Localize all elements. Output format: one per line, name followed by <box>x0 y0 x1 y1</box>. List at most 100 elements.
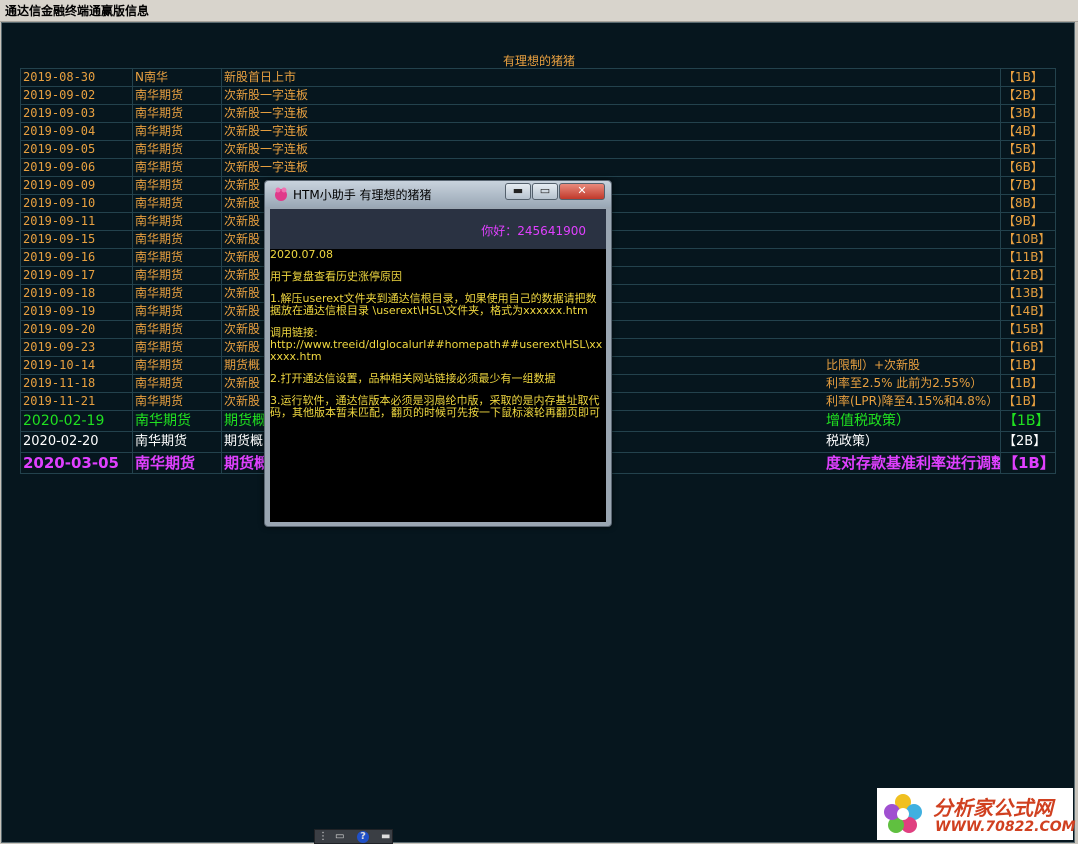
row-desc-tail: 利率(LPR)降至4.15%和4.8%） <box>826 394 999 408</box>
maximize-button[interactable]: ▭ <box>532 183 558 200</box>
table-row: 2019-09-02 南华期货 次新股一字连板 【2B】 <box>20 86 1056 105</box>
row-tag: 【12B】 <box>1000 266 1056 285</box>
row-tag: 【14B】 <box>1000 302 1056 321</box>
row-date: 2019-09-05 <box>20 140 133 159</box>
row-date: 2019-10-14 <box>20 356 133 375</box>
row-tag: 【16B】 <box>1000 338 1056 357</box>
window-title: 通达信金融终端通赢版信息 <box>5 4 150 18</box>
row-date: 2019-09-03 <box>20 104 133 123</box>
keyboard-icon[interactable]: ▭ <box>335 831 344 842</box>
row-date: 2019-09-15 <box>20 230 133 249</box>
row-desc: 次新股一字连板 <box>221 140 1001 159</box>
row-tag: 【1B】 <box>1000 410 1056 432</box>
row-name: 南华期货 <box>132 374 222 393</box>
row-name: 南华期货 <box>132 176 222 195</box>
dialog-text-area[interactable]: 2020.07.08 用于复盘查看历史涨停原因 1.解压userext文件夹到通达信… <box>270 249 606 522</box>
row-tag: 【1B】 <box>1000 452 1056 474</box>
row-tag: 【10B】 <box>1000 230 1056 249</box>
row-tag: 【8B】 <box>1000 194 1056 213</box>
dialog-title-bar[interactable]: HTM小助手 有理想的猪猪 ▬ ▭ ✕ <box>265 181 611 207</box>
row-desc: 次新股一字连板 <box>221 86 1001 105</box>
row-name: 南华期货 <box>132 392 222 411</box>
row-name: 南华期货 <box>132 431 222 453</box>
row-tag: 【1B】 <box>1000 68 1056 87</box>
row-date: 2019-09-23 <box>20 338 133 357</box>
row-date: 2020-02-19 <box>20 410 133 432</box>
row-tag: 【11B】 <box>1000 248 1056 267</box>
row-desc: 次新股一字连板 <box>221 158 1001 177</box>
row-tag: 【7B】 <box>1000 176 1056 195</box>
row-name: 南华期货 <box>132 86 222 105</box>
row-desc-head: 期货概 <box>224 454 270 472</box>
row-name: N南华 <box>132 68 222 87</box>
row-desc-tail: 利率至2.5% 此前为2.55%） <box>826 376 983 390</box>
row-desc: 新股首日上市 <box>221 68 1001 87</box>
row-tag: 【15B】 <box>1000 320 1056 339</box>
row-date: 2019-09-11 <box>20 212 133 231</box>
row-tag: 【1B】 <box>1000 392 1056 411</box>
htm-assistant-dialog[interactable]: HTM小助手 有理想的猪猪 ▬ ▭ ✕ 你好：245641900 2020.07… <box>264 180 612 527</box>
row-desc-tail: 比限制）+次新股 <box>826 358 921 372</box>
row-date: 2019-11-21 <box>20 392 133 411</box>
row-tag: 【9B】 <box>1000 212 1056 231</box>
row-name: 南华期货 <box>132 140 222 159</box>
row-tag: 【4B】 <box>1000 122 1056 141</box>
row-tag: 【2B】 <box>1000 431 1056 453</box>
table-row: 2019-09-06 南华期货 次新股一字连板 【6B】 <box>20 158 1056 177</box>
watermark-title: 分析家公式网 <box>933 796 1053 820</box>
minimize-button[interactable]: ▬ <box>505 183 531 200</box>
table-row: 2019-08-30 N南华 新股首日上市 【1B】 <box>20 68 1056 87</box>
row-tag: 【5B】 <box>1000 140 1056 159</box>
row-desc-head: 次新股 <box>224 376 261 390</box>
row-desc-head: 期货概 <box>224 358 261 372</box>
row-name: 南华期货 <box>132 194 222 213</box>
row-name: 南华期货 <box>132 302 222 321</box>
row-date: 2019-09-04 <box>20 122 133 141</box>
dialog-text-line: 3.运行软件，通达信版本必须是羽扇纶巾版，采取的是内存基址取代码，其他版本暂未匹… <box>270 394 600 419</box>
row-date: 2019-09-16 <box>20 248 133 267</box>
mini-toolbar[interactable]: ⋮ ▭ ? ▬ <box>314 829 393 844</box>
row-date: 2019-09-18 <box>20 284 133 303</box>
row-tag: 【13B】 <box>1000 284 1056 303</box>
page-title: 有理想的猪猪 <box>502 54 575 68</box>
row-name: 南华期货 <box>132 410 222 432</box>
dialog-title: HTM小助手 有理想的猪猪 <box>293 188 432 202</box>
row-desc-tail: 增值税政策） <box>826 413 910 429</box>
watermark-url: WWW.70822.COM <box>935 819 1076 835</box>
row-date: 2019-11-18 <box>20 374 133 393</box>
row-tag: 【1B】 <box>1000 356 1056 375</box>
row-name: 南华期货 <box>132 266 222 285</box>
row-date: 2020-03-05 <box>20 452 133 474</box>
row-date: 2020-02-20 <box>20 431 133 453</box>
dialog-text-line: 用于复盘查看历史涨停原因 <box>270 270 402 283</box>
table-row: 2019-09-05 南华期货 次新股一字连板 【5B】 <box>20 140 1056 159</box>
row-desc-head: 期货概 <box>224 413 266 429</box>
row-name: 南华期货 <box>132 452 222 474</box>
row-name: 南华期货 <box>132 284 222 303</box>
row-desc: 次新股一字连板 <box>221 104 1001 123</box>
row-date: 2019-09-20 <box>20 320 133 339</box>
row-desc-tail: 度对存款基准利率进行调整） <box>826 454 1000 472</box>
minimize-icon[interactable]: ▬ <box>381 831 390 842</box>
app-icon <box>275 187 287 201</box>
help-icon[interactable]: ? <box>357 831 369 843</box>
row-date: 2019-09-06 <box>20 158 133 177</box>
close-button[interactable]: ✕ <box>559 183 605 200</box>
dialog-text-line <box>270 317 606 327</box>
window-title-bar: 通达信金融终端通赢版信息 <box>0 0 1078 22</box>
table-row: 2019-09-04 南华期货 次新股一字连板 【4B】 <box>20 122 1056 141</box>
dialog-text-line: 2020.07.08 <box>270 249 333 261</box>
dialog-text-line: http://www.treeid/dlglocalurl##homepath#… <box>270 338 603 363</box>
row-name: 南华期货 <box>132 338 222 357</box>
row-date: 2019-09-02 <box>20 86 133 105</box>
row-date: 2019-09-10 <box>20 194 133 213</box>
row-tag: 【3B】 <box>1000 104 1056 123</box>
row-desc-tail: 税政策） <box>826 434 879 449</box>
row-name: 南华期货 <box>132 230 222 249</box>
row-tag: 【6B】 <box>1000 158 1056 177</box>
row-name: 南华期货 <box>132 104 222 123</box>
row-name: 南华期货 <box>132 356 222 375</box>
row-name: 南华期货 <box>132 320 222 339</box>
grip-icon: ⋮ <box>318 831 328 842</box>
row-desc: 次新股一字连板 <box>221 122 1001 141</box>
